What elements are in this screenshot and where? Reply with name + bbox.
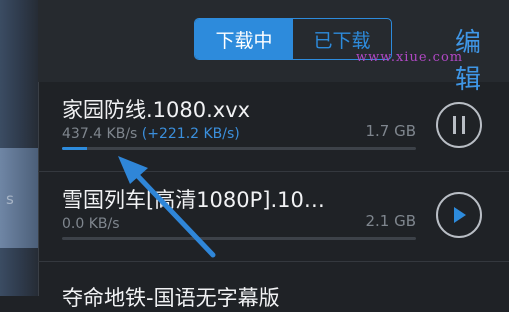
- item-title: 雪国列车[高清1080P].10…: [62, 188, 325, 212]
- download-item[interactable]: 雪国列车[高清1080P].10… 0.0 KB/s 2.1 GB: [38, 172, 509, 262]
- item-title: 家园防线.1080.xvx: [62, 98, 251, 122]
- side-panel-edge[interactable]: s: [0, 0, 39, 296]
- play-button[interactable]: [436, 192, 482, 238]
- item-speed-delta: (+221.2 KB/s): [141, 126, 240, 142]
- top-bar: 下载中 已下载 编辑: [38, 0, 509, 95]
- item-speed: 0.0 KB/s: [62, 216, 120, 232]
- pause-icon: [453, 116, 465, 134]
- pause-button[interactable]: [436, 102, 482, 148]
- item-speed: 437.4 KB/s (+221.2 KB/s): [62, 126, 240, 142]
- item-size: 1.7 GB: [365, 122, 416, 140]
- item-speed-value: 0.0 KB/s: [62, 216, 120, 232]
- side-panel-letter: s: [6, 190, 14, 208]
- progress-bar: [62, 147, 416, 150]
- item-title[interactable]: 夺命地铁-国语无字幕版: [62, 282, 280, 312]
- tab-downloading[interactable]: 下载中: [195, 19, 293, 59]
- watermark-text: www.xiue.com: [356, 50, 464, 65]
- progress-bar: [62, 237, 416, 240]
- item-speed-value: 437.4 KB/s: [62, 126, 138, 142]
- download-item[interactable]: 家园防线.1080.xvx 437.4 KB/s (+221.2 KB/s) 1…: [38, 82, 509, 172]
- play-icon: [454, 207, 466, 223]
- progress-fill: [62, 147, 87, 150]
- item-size: 2.1 GB: [365, 212, 416, 230]
